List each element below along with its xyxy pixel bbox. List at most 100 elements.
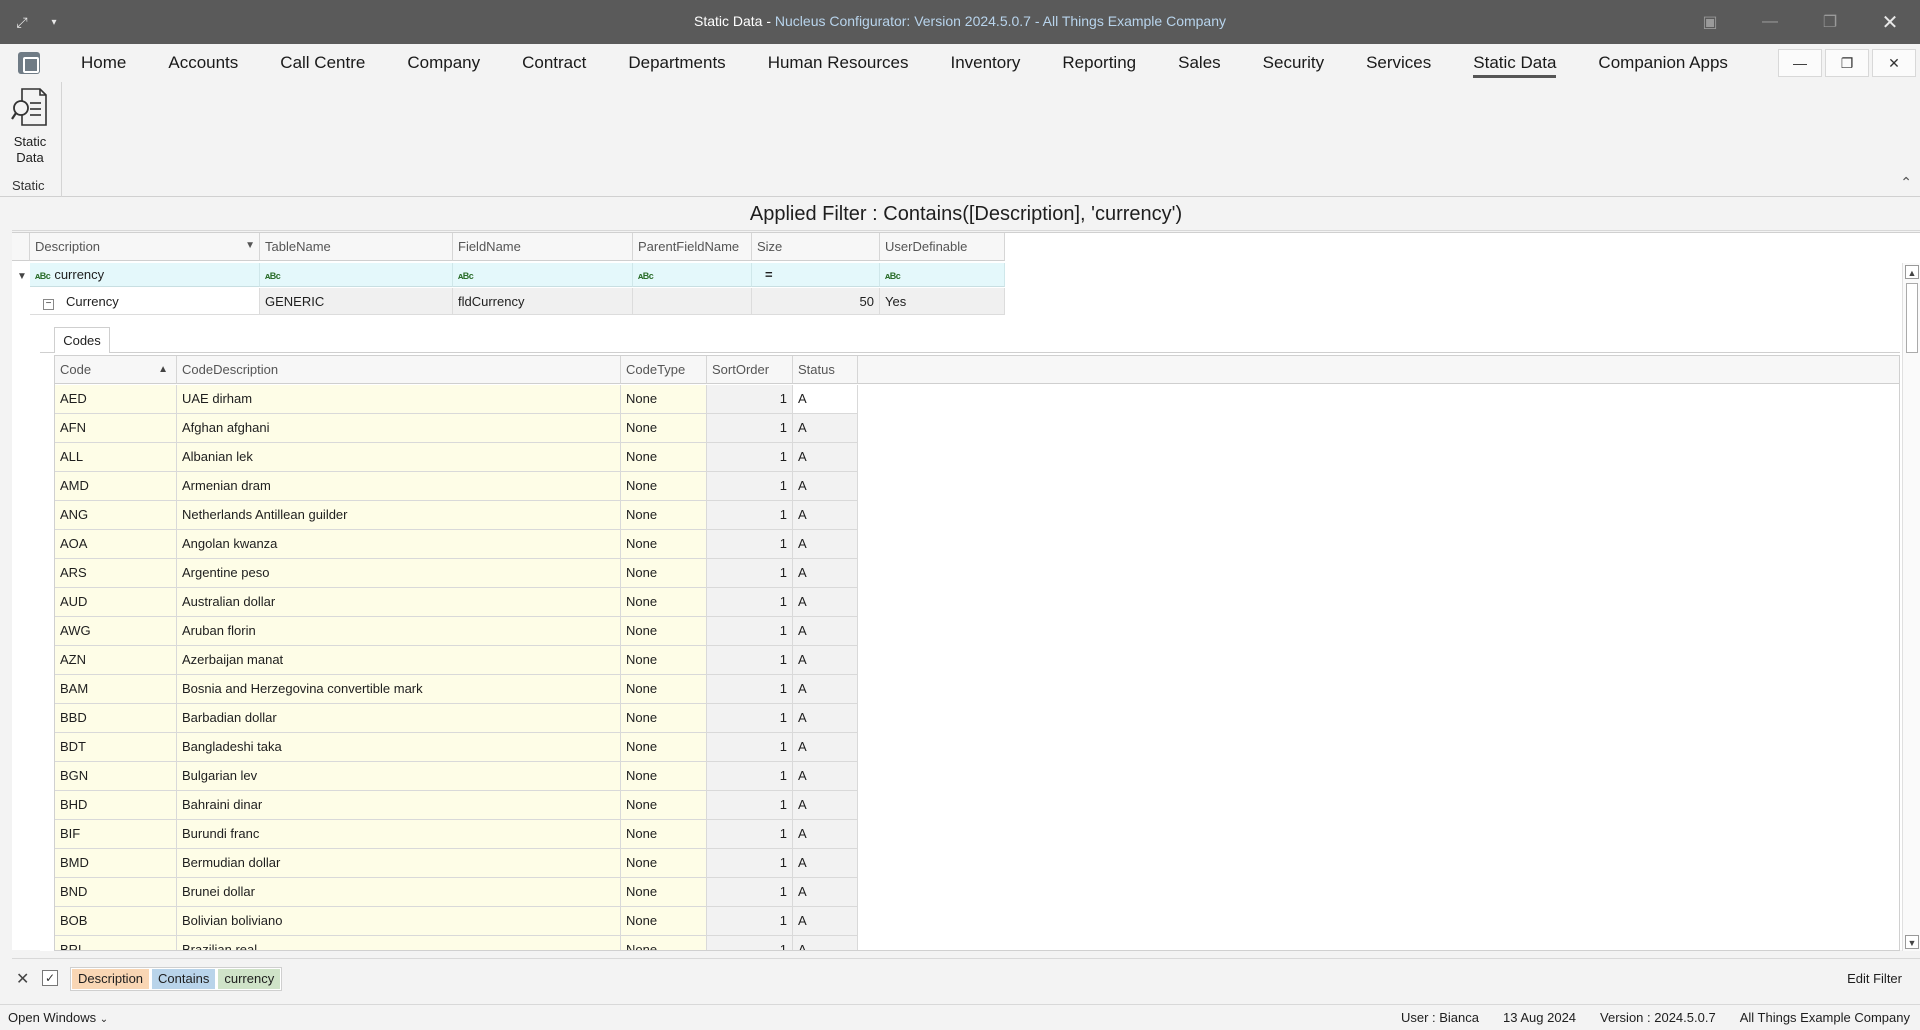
filter-operator-pill[interactable]: Contains: [152, 969, 216, 989]
menu-human-resources[interactable]: Human Resources: [747, 44, 930, 82]
menu-services[interactable]: Services: [1345, 44, 1452, 82]
filter-value-pill[interactable]: currency: [218, 969, 281, 989]
code-type-cell[interactable]: None: [621, 588, 707, 617]
layout-icon[interactable]: ▣: [1680, 0, 1740, 44]
scroll-down-icon[interactable]: ▼: [1905, 935, 1919, 949]
code-cell[interactable]: BRL: [55, 936, 177, 950]
sort-order-cell[interactable]: 1: [707, 501, 793, 530]
filter-field-pill[interactable]: Description: [72, 969, 150, 989]
code-cell[interactable]: BMD: [55, 849, 177, 878]
filter-tablename-input[interactable]: ᴀBc: [260, 263, 453, 287]
status-cell[interactable]: A: [793, 791, 858, 820]
code-cell[interactable]: BIF: [55, 820, 177, 849]
sort-order-cell[interactable]: 1: [707, 704, 793, 733]
code-description-cell[interactable]: Barbadian dollar: [177, 704, 621, 733]
status-cell[interactable]: A: [793, 530, 858, 559]
table-row[interactable]: BAM Bosnia and Herzegovina convertible ma…: [55, 675, 896, 704]
code-description-cell[interactable]: Aruban florin: [177, 617, 621, 646]
code-description-cell[interactable]: Bosnia and Herzegovina convertible mark: [177, 675, 621, 704]
minimize-button[interactable]: —: [1740, 0, 1800, 44]
row-description[interactable]: − Currency: [30, 288, 260, 315]
row-userdefinable[interactable]: Yes: [880, 288, 1005, 315]
code-type-cell[interactable]: None: [621, 559, 707, 588]
status-cell[interactable]: A: [793, 762, 858, 791]
filter-description-input[interactable]: ᴀBc currency: [30, 263, 260, 287]
code-description-cell[interactable]: Armenian dram: [177, 472, 621, 501]
table-row[interactable]: BBD Barbadian dollar None 1 A: [55, 704, 896, 733]
code-cell[interactable]: ANG: [55, 501, 177, 530]
status-cell[interactable]: A: [793, 501, 858, 530]
collapse-row-icon[interactable]: −: [43, 299, 54, 310]
scroll-up-icon[interactable]: ▲: [1905, 265, 1919, 279]
code-type-cell[interactable]: None: [621, 907, 707, 936]
sort-order-cell[interactable]: 1: [707, 878, 793, 907]
codes-col-codedescription[interactable]: CodeDescription: [177, 356, 621, 384]
codes-col-code[interactable]: Code ▲: [55, 356, 177, 384]
code-description-cell[interactable]: Albanian lek: [177, 443, 621, 472]
code-description-cell[interactable]: Netherlands Antillean guilder: [177, 501, 621, 530]
status-cell[interactable]: A: [793, 733, 858, 762]
code-type-cell[interactable]: None: [621, 443, 707, 472]
table-row[interactable]: BIF Burundi franc None 1 A: [55, 820, 896, 849]
menu-reporting[interactable]: Reporting: [1041, 44, 1157, 82]
menu-sales[interactable]: Sales: [1157, 44, 1242, 82]
filter-fieldname-input[interactable]: ᴀBc: [453, 263, 633, 287]
code-type-cell[interactable]: None: [621, 849, 707, 878]
menu-companion-apps[interactable]: Companion Apps: [1577, 44, 1748, 82]
table-row[interactable]: BHD Bahraini dinar None 1 A: [55, 791, 896, 820]
status-cell[interactable]: A: [793, 385, 858, 414]
code-description-cell[interactable]: Brazilian real: [177, 936, 621, 950]
status-cell[interactable]: A: [793, 878, 858, 907]
col-header-tablename[interactable]: TableName: [260, 233, 453, 261]
status-cell[interactable]: A: [793, 907, 858, 936]
status-cell[interactable]: A: [793, 588, 858, 617]
code-cell[interactable]: ARS: [55, 559, 177, 588]
sort-order-cell[interactable]: 1: [707, 936, 793, 950]
status-cell[interactable]: A: [793, 559, 858, 588]
code-description-cell[interactable]: Argentine peso: [177, 559, 621, 588]
status-cell[interactable]: A: [793, 936, 858, 950]
code-type-cell[interactable]: None: [621, 936, 707, 950]
code-cell[interactable]: BAM: [55, 675, 177, 704]
codes-col-sortorder[interactable]: SortOrder: [707, 356, 793, 384]
code-type-cell[interactable]: None: [621, 791, 707, 820]
collapse-ribbon-icon[interactable]: ⌃: [1900, 174, 1912, 191]
status-cell[interactable]: A: [793, 675, 858, 704]
code-type-cell[interactable]: None: [621, 530, 707, 559]
col-header-userdefinable[interactable]: UserDefinable: [880, 233, 1005, 261]
code-type-cell[interactable]: None: [621, 820, 707, 849]
sort-order-cell[interactable]: 1: [707, 617, 793, 646]
child-restore-button[interactable]: ❐: [1825, 49, 1869, 77]
table-row[interactable]: BDT Bangladeshi taka None 1 A: [55, 733, 896, 762]
table-row[interactable]: AFN Afghan afghani None 1 A: [55, 414, 896, 443]
code-type-cell[interactable]: None: [621, 472, 707, 501]
child-minimize-button[interactable]: —: [1778, 49, 1822, 77]
sort-order-cell[interactable]: 1: [707, 762, 793, 791]
row-size[interactable]: 50: [752, 288, 880, 315]
code-cell[interactable]: BND: [55, 878, 177, 907]
code-type-cell[interactable]: None: [621, 733, 707, 762]
code-cell[interactable]: BHD: [55, 791, 177, 820]
filter-parentfieldname-input[interactable]: ᴀBc: [633, 263, 752, 287]
open-windows-dropdown[interactable]: Open Windows ⌄: [8, 1010, 108, 1025]
table-row[interactable]: AUD Australian dollar None 1 A: [55, 588, 896, 617]
code-cell[interactable]: AED: [55, 385, 177, 414]
code-cell[interactable]: ALL: [55, 443, 177, 472]
menu-static-data[interactable]: Static Data: [1452, 44, 1577, 82]
menu-security[interactable]: Security: [1242, 44, 1345, 82]
close-button[interactable]: ✕: [1860, 0, 1920, 44]
table-row[interactable]: BOB Bolivian boliviano None 1 A: [55, 907, 896, 936]
sort-order-cell[interactable]: 1: [707, 849, 793, 878]
sort-order-cell[interactable]: 1: [707, 414, 793, 443]
code-description-cell[interactable]: Australian dollar: [177, 588, 621, 617]
col-header-description[interactable]: Description ▼: [30, 233, 260, 261]
table-row[interactable]: AED UAE dirham None 1 A: [55, 385, 896, 414]
code-type-cell[interactable]: None: [621, 385, 707, 414]
row-fieldname[interactable]: fldCurrency: [453, 288, 633, 315]
code-cell[interactable]: BGN: [55, 762, 177, 791]
col-header-parentfieldname[interactable]: ParentFieldName: [633, 233, 752, 261]
code-type-cell[interactable]: None: [621, 762, 707, 791]
menu-inventory[interactable]: Inventory: [929, 44, 1041, 82]
table-row[interactable]: BGN Bulgarian lev None 1 A: [55, 762, 896, 791]
menu-call-centre[interactable]: Call Centre: [259, 44, 386, 82]
